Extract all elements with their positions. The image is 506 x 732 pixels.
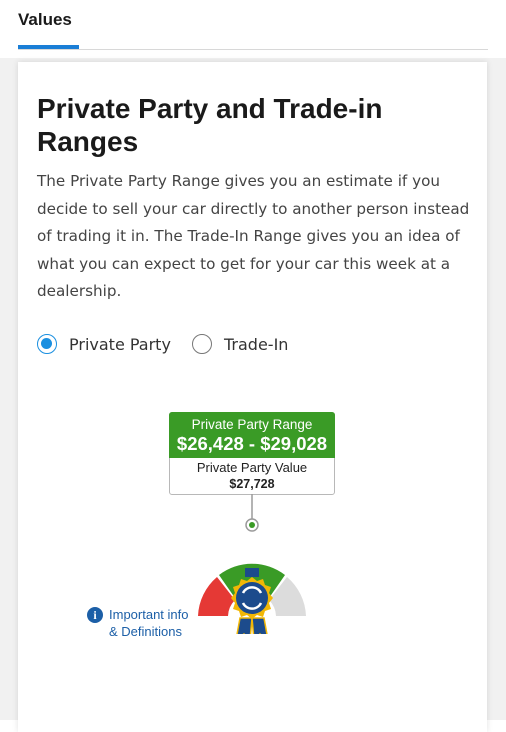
range-header: Private Party Range $26,428 - $29,028	[169, 412, 335, 458]
top-tab-bar: Values	[0, 0, 506, 58]
private-party-value-label: Private Party Value	[196, 460, 308, 475]
important-info-label[interactable]: Important info & Definitions	[109, 606, 219, 640]
range-callout: Private Party Range $26,428 - $29,028 Pr…	[169, 412, 335, 495]
range-header-label: Private Party Range	[191, 417, 313, 432]
card-description: The Private Party Range gives you an est…	[37, 172, 470, 300]
radio-trade-in-circle[interactable]	[192, 334, 212, 354]
radio-trade-in[interactable]: Trade-In	[192, 333, 312, 359]
range-header-value: $26,428 - $29,028	[176, 433, 328, 454]
tab-divider	[18, 49, 488, 50]
gauge-pointer-dot	[249, 522, 255, 528]
ranges-card: Private Party and Trade-in Ranges The Pr…	[18, 62, 487, 732]
range-type-radio-group: Private Party Trade-In	[37, 333, 457, 359]
important-info-link[interactable]: i Important info & Definitions	[87, 606, 217, 642]
radio-private-party-label: Private Party	[69, 335, 171, 354]
tab-values[interactable]: Values	[18, 10, 72, 30]
card-title: Private Party and Trade-in Ranges	[37, 93, 383, 157]
radio-private-party[interactable]: Private Party	[37, 333, 177, 359]
info-icon: i	[87, 607, 103, 623]
radio-private-party-circle[interactable]	[37, 334, 57, 354]
private-party-value: $27,728	[229, 477, 275, 491]
radio-trade-in-label: Trade-In	[224, 335, 289, 354]
